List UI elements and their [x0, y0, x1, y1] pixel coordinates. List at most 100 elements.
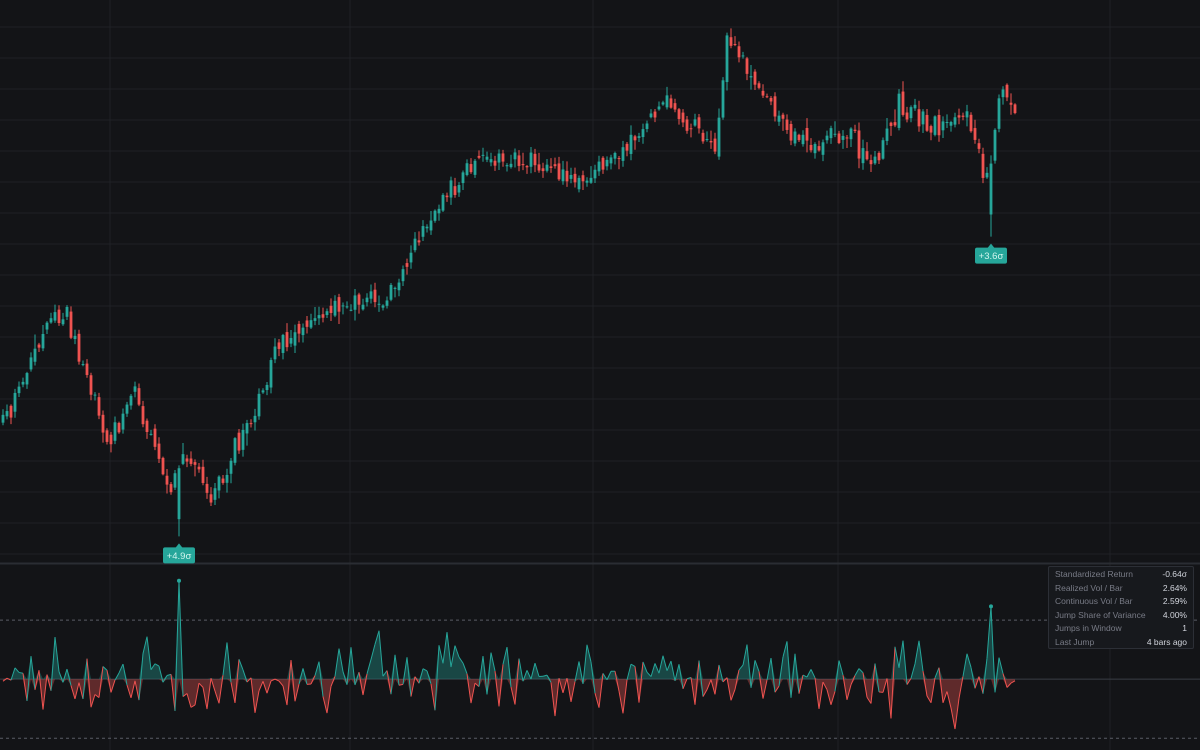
spike-dot — [177, 578, 181, 583]
candle-body — [621, 147, 625, 161]
candle — [689, 123, 693, 138]
candle-body — [461, 172, 465, 184]
candle-body — [889, 122, 893, 126]
candle-body — [593, 169, 597, 179]
candle — [429, 210, 433, 235]
candle — [769, 96, 773, 106]
jump-badge: +4.9σ — [163, 543, 195, 564]
candle-body — [341, 305, 345, 307]
candle-body — [145, 420, 149, 432]
candle-body — [909, 107, 913, 119]
chart-canvas[interactable]: +4.9σ +3.6σ — [0, 0, 1200, 750]
candle — [437, 204, 441, 221]
candle-body — [317, 315, 321, 319]
candle — [697, 113, 701, 134]
candle — [53, 304, 57, 323]
candle — [325, 308, 329, 318]
candle-body — [853, 129, 857, 131]
candle-body — [665, 95, 669, 108]
candle-body — [293, 332, 297, 346]
candle-body — [849, 128, 853, 140]
candle — [185, 454, 189, 468]
candle-body — [561, 169, 565, 182]
candle — [897, 89, 901, 131]
candle-body — [921, 111, 925, 125]
stat-label: Last Jump — [1055, 636, 1095, 647]
candle — [965, 104, 969, 127]
candle — [745, 56, 749, 81]
candle-body — [749, 76, 753, 78]
candle-body — [769, 97, 773, 102]
candle — [273, 338, 277, 364]
candle — [409, 245, 413, 269]
candle — [33, 334, 37, 366]
candle-body — [217, 476, 221, 491]
candle — [117, 421, 121, 434]
candle-body — [257, 393, 261, 417]
candle — [893, 109, 897, 128]
candle-body — [173, 473, 177, 488]
candle — [553, 157, 557, 169]
candle-body — [825, 135, 829, 141]
candle-body — [721, 80, 725, 118]
candle-body — [901, 91, 905, 115]
candle-body — [85, 363, 89, 375]
candle — [473, 158, 477, 178]
stat-label: Continuous Vol / Bar — [1055, 596, 1133, 606]
candle — [901, 81, 905, 117]
candle-body — [737, 46, 741, 58]
candle-body — [841, 135, 845, 140]
candle-body — [165, 475, 169, 485]
candle-body — [753, 71, 757, 85]
candle-body — [693, 119, 697, 126]
candle-body — [125, 404, 129, 414]
candle — [453, 177, 457, 198]
candle-body — [553, 164, 557, 167]
candle-body — [409, 252, 413, 263]
candle — [101, 410, 105, 443]
candle-body — [97, 397, 101, 416]
candle-body — [153, 428, 157, 447]
candle — [541, 162, 545, 178]
candle — [341, 302, 345, 315]
candle-body — [661, 102, 665, 105]
candle — [681, 109, 685, 128]
candle — [209, 487, 213, 507]
candle — [957, 108, 961, 125]
candle-body — [421, 226, 425, 237]
candle-body — [109, 434, 113, 445]
candle — [281, 333, 285, 360]
candle — [161, 456, 165, 476]
candle-body — [69, 311, 73, 338]
candle — [757, 81, 761, 90]
candle — [501, 149, 505, 167]
candle-body — [457, 185, 461, 193]
candle — [481, 147, 485, 162]
candle — [269, 357, 273, 394]
candle-body — [637, 136, 641, 138]
candle-body — [241, 429, 245, 450]
candle-body — [189, 458, 193, 464]
candle-body — [613, 152, 617, 159]
candle — [985, 167, 989, 179]
candle — [1013, 103, 1017, 115]
candle — [661, 100, 665, 106]
stats-panel: Standardized Return -0.64σ Realized Vol … — [1048, 566, 1194, 649]
candle-body — [929, 126, 933, 133]
candle-body — [5, 411, 9, 417]
candle-body — [945, 122, 949, 124]
candle-body — [821, 142, 825, 155]
chart-workspace: +4.9σ +3.6σ Standardized Return -0.64σ Re… — [0, 0, 1200, 750]
candle — [369, 284, 373, 304]
candle-body — [137, 388, 141, 405]
candle-body — [801, 134, 805, 145]
candle — [509, 154, 513, 169]
candle — [169, 482, 173, 495]
candle — [257, 388, 261, 420]
candle-body — [53, 312, 57, 321]
candle-body — [585, 180, 589, 183]
candle — [365, 293, 369, 307]
candle-body — [885, 128, 889, 141]
candle-body — [805, 127, 809, 141]
jump-badges: +4.9σ +3.6σ — [163, 243, 1007, 564]
